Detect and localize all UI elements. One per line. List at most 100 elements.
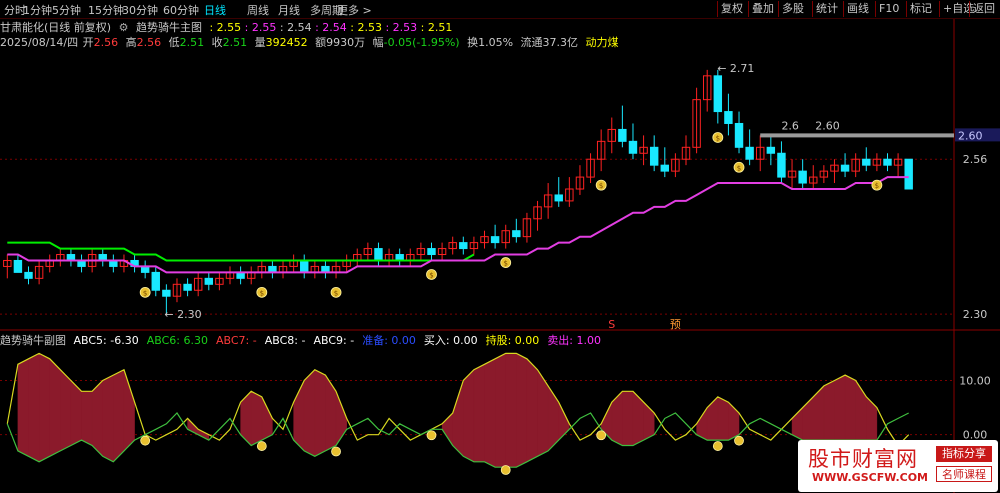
sub-value-4: ABC9: - [313,334,355,347]
candle-82 [872,153,882,172]
candle-6 [66,248,76,267]
candle-54 [575,165,585,195]
period-tab-5[interactable]: 60分钟 [163,2,199,18]
sub-value-8: 卖出: 1.00 [547,334,602,347]
candle-63 [671,153,680,178]
candle-50 [533,200,542,231]
main-tick-label-0: 2.56 [963,153,988,166]
candle-55 [586,153,595,184]
candle-74 [787,159,797,189]
candle-58 [618,105,627,148]
sub-fill-segment-10 [113,369,125,463]
candle-70 [745,129,754,166]
main-header: 甘肃能化(日线 前复权) ⚙ 趋势骑牛主图 : 2.55 : 2.55 : 2.… [0,19,452,34]
candle-4 [45,254,54,273]
candle-13 [140,260,150,279]
indicator-name[interactable]: 趋势骑牛主图 [136,19,202,35]
watermark-tag-share: 指标分享 [936,446,992,462]
candle-73 [777,141,786,184]
buy-signal-glyph-2: $ [334,289,338,297]
buy-signal-glyph-0: $ [143,289,147,297]
candle-41 [437,242,447,261]
low-label: ← 2.30 [164,308,201,321]
candle-51 [543,183,553,219]
sub-value-3: ABC8: - [264,334,306,347]
candle-17 [183,278,192,297]
toolbar-button-4[interactable]: 画线 [843,1,872,17]
toolbar-button-2[interactable]: 多股 [778,1,807,17]
candle-20 [215,272,224,291]
ma-line [7,176,909,274]
candle-83 [883,153,892,172]
period-tab-8[interactable]: 月线 [278,2,300,18]
candle-76 [809,165,818,189]
low-label: 低 [168,36,180,49]
period-tab-1[interactable]: 1分钟 [23,2,52,18]
candle-body-46 [490,236,500,244]
candle-53 [565,177,574,207]
sub-signal-icon-0 [140,435,151,446]
buy-signal-glyph-3: $ [429,271,433,279]
sub-fill-segment-1 [17,358,29,457]
indicator-gear-icon[interactable]: ⚙ [119,21,129,34]
candle-body-40 [427,248,436,256]
candle-body-28 [300,259,309,273]
toolbar-button-5[interactable]: F10 [875,1,902,17]
period-tab-10[interactable]: 更多 > [337,2,372,18]
sub-fill-segment-42 [452,380,464,457]
sub-indicator-values: ABC5: -6.30 ABC6: 6.30 ABC7: - ABC8: - ABC9:… [74,334,610,347]
candle-44 [469,236,479,255]
candle-body-79 [840,164,850,172]
sub-fill-segment-79 [844,374,856,441]
toolbar-button-1[interactable]: 叠加 [748,1,777,17]
candle-16 [172,278,182,303]
candle-56 [596,129,606,172]
indicator-value-6: : 2.51 [417,21,453,34]
toolbar-button-0[interactable]: 复权 [717,1,746,17]
candle-37 [395,248,404,267]
candle-body-75 [798,170,807,184]
sub-fill-segment-77 [823,380,835,441]
candle-34 [363,242,373,261]
candle-27 [289,254,298,273]
period-tab-2[interactable]: 5分钟 [52,2,81,18]
candle-body-48 [512,230,521,238]
period-tab-7[interactable]: 周线 [247,2,269,18]
sub-fill-segment-67 [717,396,729,441]
period-tab-4[interactable]: 30分钟 [122,2,158,18]
candle-62 [660,147,670,178]
candle-18 [193,272,203,297]
sub-value-7: 持股: 0.00 [485,334,540,347]
candle-21 [225,266,235,285]
sub-fill-segment-59 [632,390,644,446]
float-label: 流通 [520,36,543,49]
indicator-value-5: : 2.53 [381,21,418,34]
candle-66 [702,69,712,112]
concept-tag[interactable]: 动力煤 [586,34,619,50]
sub-indicator-name[interactable]: 趋势骑牛副图 [0,332,66,348]
sub-fill-layer [6,352,910,468]
candle-45 [480,230,489,249]
sub-fill-segment-45 [484,358,496,468]
sub-fill-segment-2 [28,353,40,463]
sub-fill-segment-24 [261,396,273,441]
toolbar-button-8[interactable]: 返回 [969,1,998,17]
watermark-tag-course: 名师课程 [936,466,992,482]
candle-33 [353,248,362,267]
candle-body-59 [628,140,638,154]
candle-body-85 [904,158,913,190]
buy-signal-glyph-5: $ [599,182,603,190]
candle-body-14 [151,271,160,291]
period-tab-3[interactable]: 15分钟 [88,2,124,18]
stock-name[interactable]: 甘肃能化(日线 前复权) [0,19,111,35]
toolbar-button-6[interactable]: 标记 [906,1,935,17]
toolbar-button-3[interactable]: 统计 [812,1,841,17]
sub-signal-icon-3 [426,430,437,441]
watermark-logo: 股市财富网 WWW.GSCFW.COM 指标分享 名师课程 [798,440,998,492]
chart-canvas[interactable]: 2.562.3010.000.00 2.60 ← 2.71← 2.302.6 2.… [0,0,1000,493]
candle-body-35 [374,248,383,261]
candle-48 [512,218,521,243]
period-tab-6[interactable]: 日线 [204,2,226,18]
open-value: 2.56 [93,36,119,49]
watermark-title: 股市财富网 [808,447,918,471]
